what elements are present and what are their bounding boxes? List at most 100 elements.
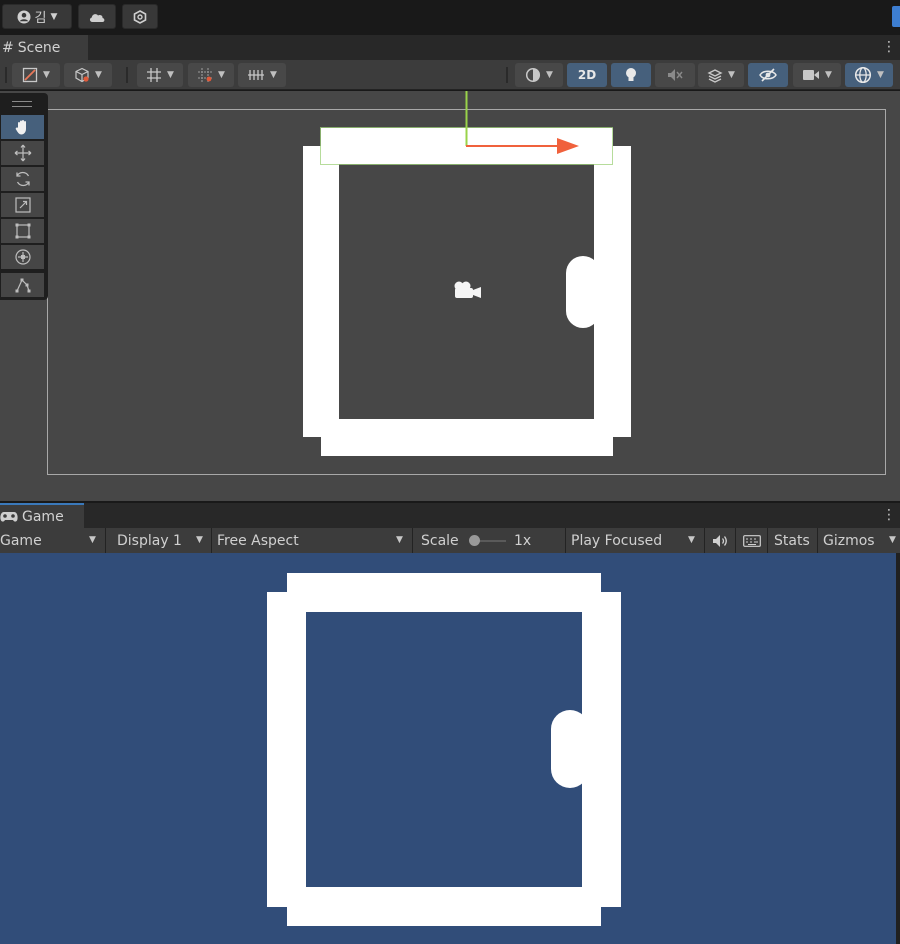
video-camera-icon [802,69,820,81]
rotate-icon [14,170,32,188]
account-name: 김 [34,11,47,26]
editor-tool-icon [14,276,32,294]
cloud-button[interactable] [78,4,116,29]
play-button-edge[interactable] [892,6,900,27]
transform-tool[interactable] [1,245,44,269]
chevron-down-icon: ▼ [270,70,277,80]
lighting-toggle[interactable] [611,63,651,87]
scene-toolbar: ▼ ▼ ▼ ▼ ▼ ▼ 2D ▼ ▼ ▼ [0,60,900,90]
custom-editor-tool[interactable] [1,273,44,297]
palette-grip-icon[interactable] [12,101,32,107]
grid-snap-dropdown[interactable]: ▼ [137,63,183,87]
scene-menu-icon[interactable]: ⋮ [882,39,896,55]
room-sprite-game [267,573,621,926]
collab-icon [133,9,147,24]
toggle-2d-button[interactable]: 2D [567,63,607,87]
hand-icon [14,118,32,136]
sphere-icon [525,67,541,83]
chevron-down-icon: ▼ [728,70,735,80]
game-menu-icon[interactable]: ⋮ [882,507,896,523]
account-icon [17,10,31,24]
stats-button[interactable]: Stats [774,528,810,553]
main-toolbar: 김 ▼ [0,0,900,33]
room-top-wall [287,573,601,592]
scene-viewport[interactable] [0,91,900,501]
chevron-down-icon: ▼ [825,70,832,80]
chevron-down-icon: ▼ [167,70,174,80]
scale-slider-thumb[interactable] [469,535,480,546]
increment-snap-dropdown[interactable]: ▼ [188,63,234,87]
chevron-down-icon: ▼ [43,70,50,80]
scene-visibility-toggle[interactable] [748,63,788,87]
account-dropdown[interactable]: 김 ▼ [2,4,72,29]
chevron-down-icon: ▼ [889,535,896,545]
display-value: Display 1 [117,532,182,549]
audio-mute-icon [667,68,683,82]
audio-toggle[interactable] [655,63,695,87]
gizmos-button[interactable]: Gizmos [823,528,875,553]
speaker-icon [712,534,728,548]
scene-tab-label: Scene [17,39,61,56]
collab-button[interactable] [122,4,158,29]
room-floor [306,612,582,887]
room-bottom-wall [321,437,613,456]
keyboard-icon [743,534,761,547]
scene-canvas [303,91,631,456]
effects-dropdown[interactable]: ▼ [698,63,744,87]
toolbar-divider [211,528,212,553]
play-mode-dropdown[interactable]: Play Focused [571,528,703,553]
camera-settings-dropdown[interactable]: ▼ [793,63,841,87]
move-tool[interactable] [1,141,44,165]
toolbar-divider [565,528,566,553]
cloud-icon [88,11,106,23]
tab-scene[interactable]: # Scene [0,35,88,60]
chevron-down-icon: ▼ [89,535,96,545]
render-mode-dropdown[interactable]: ▼ [64,63,112,87]
toolbar-separator [126,67,128,83]
room-bottom-wall [287,907,601,926]
chevron-down-icon: ▼ [877,70,884,80]
chevron-down-icon: ▼ [196,535,203,545]
mute-audio-button[interactable] [711,528,729,553]
scale-tool[interactable] [1,193,44,217]
eye-hidden-icon [759,68,777,82]
ruler-icon [247,68,265,82]
toolbar-separator [506,67,508,83]
room-door [551,710,589,788]
rect-transform-icon [14,222,32,240]
view-mode-value: Game [0,532,42,549]
toolbar-divider [412,528,413,553]
scale-value: 1x [514,532,532,549]
toolbar-divider [735,528,736,553]
keyboard-shortcuts-button[interactable] [742,528,762,553]
aspect-dropdown[interactable]: Free Aspect [217,528,412,553]
tools-palette [0,93,48,300]
draw-mode-dropdown[interactable]: ▼ [12,63,60,87]
play-mode-value: Play Focused [571,532,663,549]
gizmos-dropdown[interactable]: ▼ [845,63,893,87]
game-tabbar: Game ⋮ [0,503,900,528]
game-viewport[interactable] [0,553,896,944]
cube-icon [74,67,90,83]
hand-tool[interactable] [1,115,44,139]
rotate-tool[interactable] [1,167,44,191]
rect-tool[interactable] [1,219,44,243]
scale-label: Scale [421,532,459,549]
game-toolbar: Game ▼ Display 1 ▼ Free Aspect ▼ Scale 1… [0,528,900,553]
snap-grid-icon [197,67,213,83]
panel-edge [896,553,900,944]
toolbar-divider [704,528,705,553]
scale-icon [14,196,32,214]
tab-game[interactable]: Game [0,503,84,528]
chevron-down-icon: ▼ [688,535,695,545]
draw-mode-icon [22,67,38,83]
chevron-down-icon: ▼ [50,11,58,22]
layers-icon [707,67,723,83]
toolbar-divider [767,528,768,553]
lightbulb-icon [624,67,638,83]
shading-mode-dropdown[interactable]: ▼ [515,63,563,87]
chevron-down-icon: ▼ [95,70,102,80]
ruler-dropdown[interactable]: ▼ [238,63,286,87]
globe-icon [854,66,872,84]
game-canvas [267,573,621,926]
